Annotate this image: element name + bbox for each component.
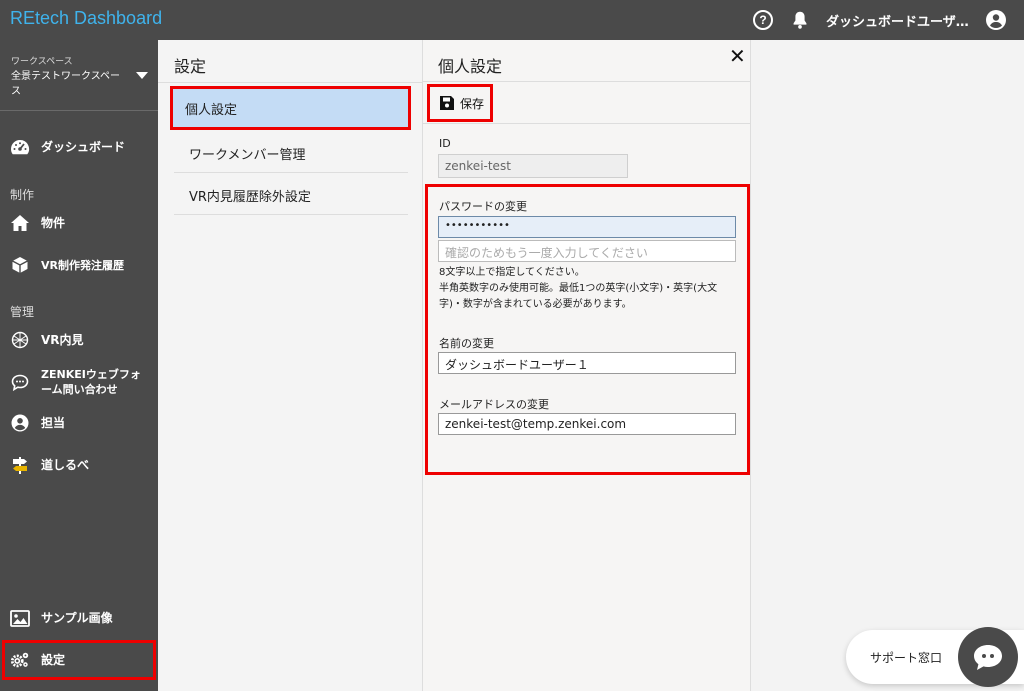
sidebar-item-vr-orders[interactable]: VR制作発注履歴: [0, 247, 158, 283]
signpost-icon: [10, 455, 30, 475]
section-label-production: 制作: [10, 188, 35, 202]
divider: [0, 110, 158, 111]
home-icon: [10, 213, 30, 233]
vr-globe-icon: [10, 330, 30, 350]
email-label: メールアドレスの変更: [439, 398, 549, 411]
sidebar-item-web-inquiries[interactable]: ZENKEIウェブフォーム問い合わせ: [0, 362, 158, 402]
sidebar-item-staff[interactable]: 担当: [0, 405, 158, 441]
settings-item-work-members[interactable]: ワークメンバー管理: [174, 131, 408, 173]
sidebar-item-dashboard[interactable]: ダッシュボード: [0, 129, 158, 165]
top-bar: REtech Dashboard ? ダッシュボードユーザ…: [0, 0, 1024, 40]
sidebar-item-guides[interactable]: 道しるべ: [0, 447, 158, 483]
password-hint: 8文字以上で指定してください。 半角英数字のみ使用可能。最低1つの英字(小文字)…: [439, 265, 739, 313]
floppy-disk-icon: [440, 96, 454, 110]
sidebar-item-label: ダッシュボード: [41, 139, 126, 154]
chat-bubble-icon: [974, 645, 1002, 670]
sidebar-item-label: 物件: [41, 215, 66, 230]
sidebar-item-label: 担当: [41, 415, 66, 430]
password-hint-line2: 半角英数字のみ使用可能。最低1つの英字(小文字)・英字(大文字)・数字が含まれて…: [439, 283, 718, 310]
sidebar: ワークスペース 全景テストワークスペース ダッシュボード 制作 物件 VR制作発…: [0, 40, 158, 691]
save-button[interactable]: 保存: [427, 84, 493, 122]
support-label: サポート窓口: [870, 651, 943, 665]
workspace-selector[interactable]: 全景テストワークスペース: [11, 69, 129, 99]
sidebar-item-label: VR内見: [41, 332, 84, 347]
image-icon: [10, 608, 30, 628]
settings-item-label: VR内見履歴除外設定: [189, 190, 311, 205]
section-label-management: 管理: [10, 305, 35, 319]
password-field[interactable]: •••••••••••: [438, 216, 736, 238]
sidebar-item-label: VR制作発注履歴: [41, 258, 124, 272]
password-confirm-field[interactable]: 確認のためもう一度入力してください: [438, 240, 736, 262]
name-field[interactable]: ダッシュボードユーザー１: [438, 352, 736, 374]
cube-icon: [10, 255, 30, 275]
settings-item-personal[interactable]: 個人設定: [170, 86, 411, 130]
name-label: 名前の変更: [439, 337, 494, 350]
help-icon[interactable]: ?: [753, 10, 773, 30]
settings-column: 設定 個人設定 ワークメンバー管理 VR内見履歴除外設定: [158, 40, 423, 691]
app-title[interactable]: REtech Dashboard: [10, 8, 162, 29]
divider: [423, 123, 751, 124]
password-hint-line1: 8文字以上で指定してください。: [439, 267, 585, 278]
password-label: パスワードの変更: [439, 200, 527, 213]
chat-icon: [10, 372, 30, 392]
personal-settings-panel: 個人設定 ✕ 保存 ID zenkei-test パスワードの変更 ••••••…: [423, 40, 751, 691]
email-field[interactable]: zenkei-test@temp.zenkei.com: [438, 413, 736, 435]
settings-item-label: 個人設定: [185, 103, 238, 118]
id-field: zenkei-test: [438, 154, 628, 178]
sidebar-item-label: 道しるべ: [41, 457, 90, 472]
settings-title: 設定: [174, 57, 207, 76]
divider: [423, 81, 751, 82]
settings-item-label: ワークメンバー管理: [189, 148, 306, 163]
dashboard-gauge-icon: [10, 137, 30, 157]
sidebar-item-sample-images[interactable]: サンプル画像: [0, 600, 158, 636]
id-label: ID: [439, 137, 451, 150]
chevron-down-icon[interactable]: [136, 72, 148, 79]
sidebar-item-vr-viewing[interactable]: VR内見: [0, 322, 158, 358]
account-icon[interactable]: [986, 10, 1006, 30]
support-chat-button[interactable]: [958, 627, 1018, 687]
settings-item-vr-history-exclusion[interactable]: VR内見履歴除外設定: [174, 173, 408, 215]
sidebar-item-properties[interactable]: 物件: [0, 205, 158, 241]
bell-icon[interactable]: [789, 9, 811, 31]
divider: [158, 82, 423, 83]
save-label: 保存: [460, 96, 485, 111]
highlight-box-settings: [2, 640, 156, 680]
person-icon: [10, 413, 30, 433]
close-icon[interactable]: ✕: [729, 44, 746, 68]
sidebar-item-label: ZENKEIウェブフォーム問い合わせ: [41, 368, 141, 396]
panel-title: 個人設定: [438, 57, 503, 76]
workspace-caption: ワークスペース: [11, 57, 73, 67]
sidebar-item-label: サンプル画像: [41, 610, 113, 625]
user-menu[interactable]: ダッシュボードユーザ…: [826, 11, 969, 30]
